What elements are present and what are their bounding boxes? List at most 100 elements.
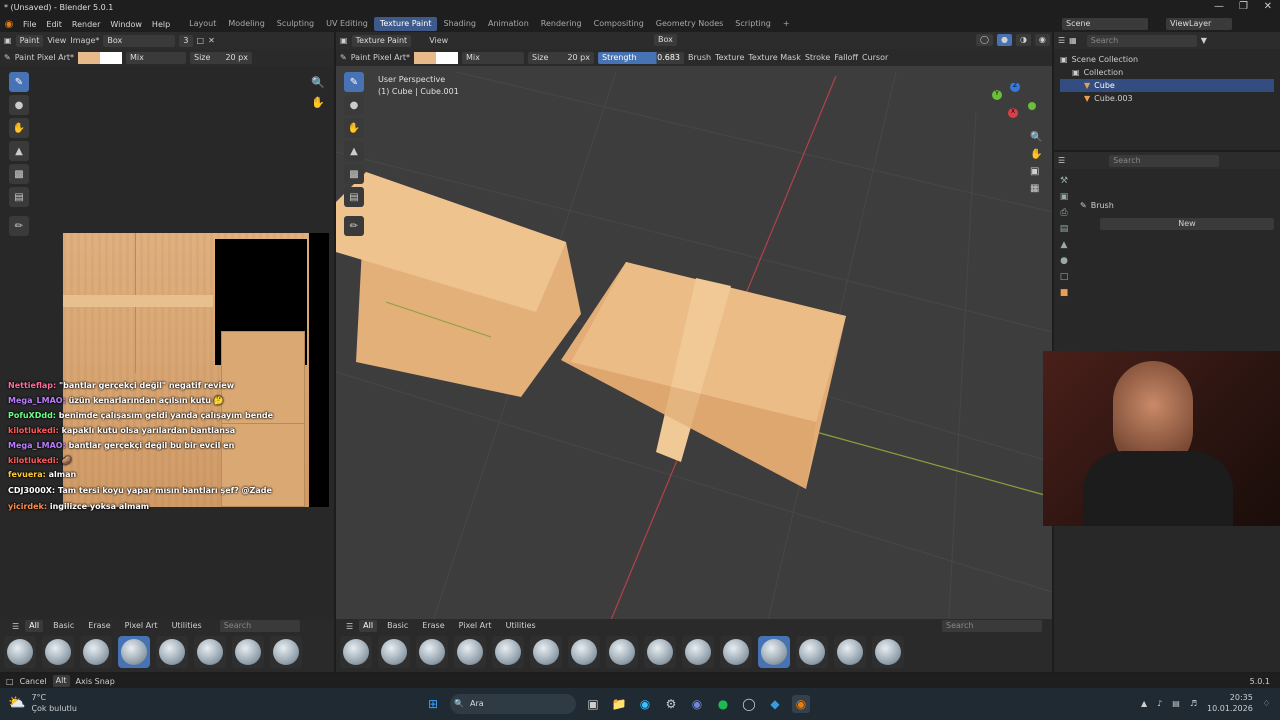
brush-asset[interactable] [80,636,112,668]
menu-brush[interactable]: Brush [688,53,711,62]
menu-window[interactable]: Window [105,20,147,29]
pan-hand-icon[interactable]: ✋ [1030,149,1042,160]
mask-tool[interactable]: ▤ [9,187,29,207]
tab-modeling[interactable]: Modeling [222,17,270,31]
volume-icon[interactable]: ♬ [1190,699,1197,708]
app-icon[interactable]: ◆ [766,695,784,713]
close-icon[interactable]: ✕ [1264,1,1272,12]
edge-icon[interactable]: ◉ [636,695,654,713]
clone-tool[interactable]: ▲ [344,141,364,161]
brush-asset[interactable] [232,636,264,668]
weather-widget[interactable]: ⛅ 7°C Çok bulutlu [8,692,77,714]
shelf-tab-basic[interactable]: Basic [383,620,412,632]
shelf-tab-basic[interactable]: Basic [49,620,78,632]
scene-collection-row[interactable]: ▣ Scene Collection [1060,53,1274,66]
mode-dropdown[interactable]: Paint [15,34,44,47]
view-menu[interactable]: View [429,36,448,45]
brush-asset[interactable] [682,636,714,668]
draw-tool[interactable]: ✎ [9,72,29,92]
clock[interactable]: 20:35 10.01.2026 [1207,692,1253,714]
discord-icon[interactable]: ◉ [688,695,706,713]
unreal-icon[interactable]: ◯ [740,695,758,713]
brush-asset[interactable] [378,636,410,668]
brush-asset[interactable] [644,636,676,668]
mask-tool[interactable]: ▤ [344,187,364,207]
maximize-icon[interactable]: ❐ [1239,1,1248,12]
spotify-icon[interactable]: ● [714,695,732,713]
wireframe-shading-icon[interactable]: ◯ [976,34,993,46]
annotate-tool[interactable]: ✏ [344,216,364,236]
add-workspace-icon[interactable]: + [777,17,796,31]
display-mode-icon[interactable]: ▦ [1069,36,1077,45]
brush-asset[interactable] [454,636,486,668]
output-tab-icon[interactable]: ⎙ [1058,208,1070,220]
scene-selector[interactable]: Scene [1062,18,1148,30]
tab-rendering[interactable]: Rendering [535,17,588,31]
blender-taskbar-icon[interactable]: ◉ [792,695,810,713]
shelf-tab-all[interactable]: All [359,620,378,632]
blend-mode-dropdown[interactable]: Mix [462,51,524,64]
brush-asset[interactable] [834,636,866,668]
microphone-icon[interactable]: ♪ [1157,699,1162,708]
shelf-tab-erase[interactable]: Erase [418,620,448,632]
tab-texture-paint[interactable]: Texture Paint [373,17,438,31]
size-field[interactable]: Size 20 px [190,51,252,64]
tab-layout[interactable]: Layout [183,17,222,31]
tray-chevron-icon[interactable]: ▲ [1141,699,1147,708]
tab-geometry-nodes[interactable]: Geometry Nodes [650,17,729,31]
tab-animation[interactable]: Animation [482,17,535,31]
brush-asset-selected[interactable] [758,636,790,668]
viewlayer-selector[interactable]: ViewLayer [1166,18,1232,30]
brush-panel-header[interactable]: ✎ Brush [1080,198,1276,212]
image-users-count[interactable]: 3 [179,34,193,47]
brush-asset[interactable] [42,636,74,668]
editor-type-icon[interactable]: ☰ [1058,156,1065,165]
shelf-search[interactable]: Search [942,620,1042,632]
solid-shading-icon[interactable]: ● [996,34,1012,46]
size-field[interactable]: Size 20 px [528,51,594,64]
view-menu[interactable]: View [47,36,66,45]
blender-logo-icon[interactable]: ◉ [0,19,18,30]
brush-asset-selected[interactable] [118,636,150,668]
select-box-dropdown[interactable]: Box [654,34,677,46]
editor-type-icon[interactable]: ☰ [1058,36,1065,45]
brush-asset[interactable] [492,636,524,668]
menu-edit[interactable]: Edit [41,20,67,29]
menu-falloff[interactable]: Falloff [834,53,858,62]
steam-icon[interactable]: ⚙ [662,695,680,713]
tool-tab-icon[interactable]: ⚒ [1058,176,1070,188]
properties-search[interactable]: Search [1109,154,1220,167]
brush-asset[interactable] [530,636,562,668]
shelf-tab-erase[interactable]: Erase [84,620,114,632]
zoom-icon[interactable]: 🔍 [311,76,325,89]
render-tab-icon[interactable]: ▣ [1058,192,1070,204]
task-view-icon[interactable]: ▣ [584,695,602,713]
material-shading-icon[interactable]: ◑ [1015,34,1031,46]
shelf-tab-utilities[interactable]: Utilities [168,620,206,632]
brush-asset[interactable] [270,636,302,668]
secondary-color-swatch[interactable] [436,51,458,64]
navigation-gizmo[interactable]: Y Z X [988,80,1038,126]
shelf-tab-pixel-art[interactable]: Pixel Art [455,620,496,632]
grid-icon[interactable]: ▦ [1030,183,1042,194]
brush-asset[interactable] [796,636,828,668]
shelf-tab-utilities[interactable]: Utilities [502,620,540,632]
brush-asset[interactable] [720,636,752,668]
collection-tab-icon[interactable]: □ [1058,272,1070,284]
rendered-shading-icon[interactable]: ◉ [1034,34,1050,46]
draw-tool[interactable]: ✎ [344,72,364,92]
shelf-tab-all[interactable]: All [25,620,44,632]
outliner-item-cube-003[interactable]: ▼ Cube.003 [1060,92,1274,105]
gizmo-neg-y-icon[interactable] [1028,102,1036,110]
primary-color-swatch[interactable] [78,51,100,64]
editor-type-icon[interactable]: ▣ [340,36,348,45]
image-menu[interactable]: Image* [70,36,99,45]
menu-help[interactable]: Help [147,20,175,29]
filter-icon[interactable]: ▼ [1201,36,1207,45]
notification-bell-icon[interactable]: ♢ [1263,699,1270,708]
zoom-icon[interactable]: 🔍 [1030,132,1042,143]
fill-tool[interactable]: ▩ [9,164,29,184]
image-name-field[interactable]: Box [103,34,176,47]
camera-icon[interactable]: ▣ [1030,166,1042,177]
tab-uv-editing[interactable]: UV Editing [320,17,374,31]
